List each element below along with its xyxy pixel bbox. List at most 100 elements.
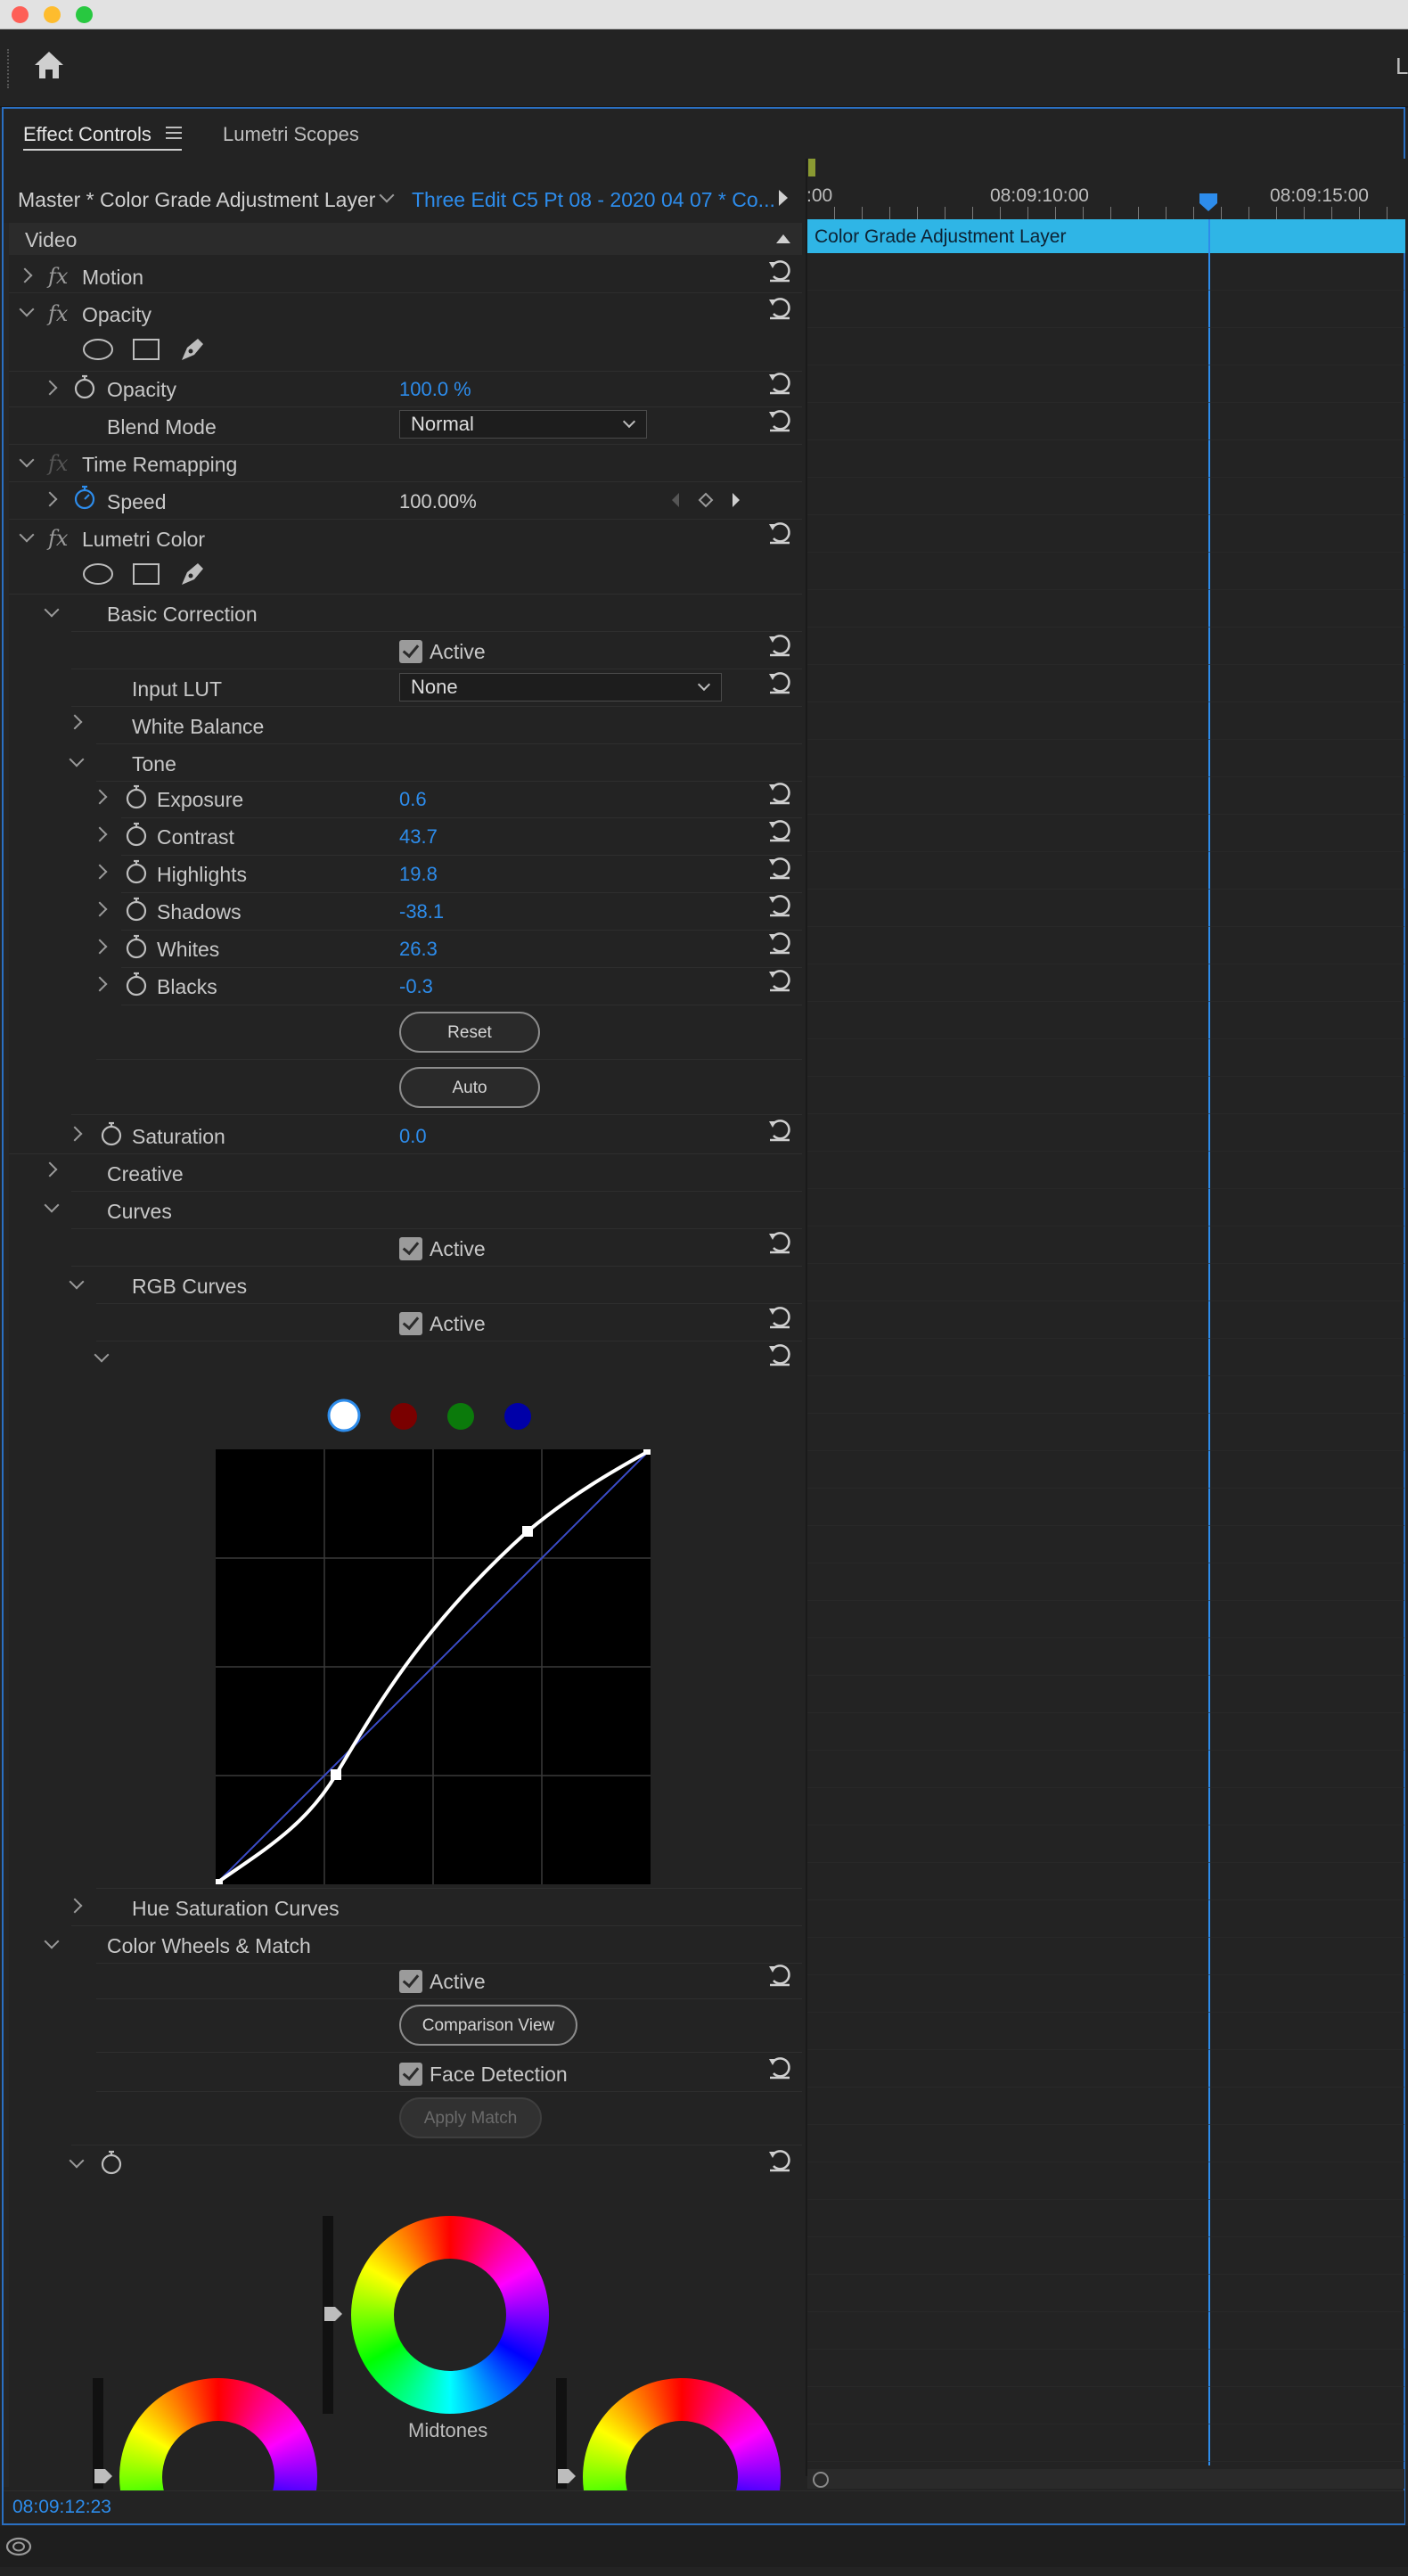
stopwatch-icon[interactable] [125,822,148,847]
reset-icon[interactable] [766,2146,793,2173]
in-point-marker[interactable] [808,159,815,176]
home-icon[interactable] [32,49,66,81]
reset-icon[interactable] [766,631,793,658]
reset-icon[interactable] [766,257,793,283]
speed-value[interactable]: 100.00% [399,490,477,513]
close-window-button[interactable] [12,6,29,23]
chevron-right-icon[interactable] [92,826,108,842]
current-timecode[interactable]: 08:09:12:23 [12,2497,111,2518]
reset-icon[interactable] [766,854,793,881]
zoom-handle-icon[interactable] [813,2472,829,2488]
stopwatch-icon[interactable] [125,934,148,959]
reset-icon[interactable] [766,369,793,396]
chevron-right-icon[interactable] [92,901,108,917]
midtones-slider-handle[interactable] [323,2305,344,2323]
pen-mask-icon[interactable] [178,558,209,588]
ellipse-mask-icon[interactable] [82,562,114,587]
comparison-view-button[interactable]: Comparison View [399,2005,577,2046]
creative-cloud-icon[interactable] [5,2537,32,2556]
reset-icon[interactable] [766,406,793,433]
shadows-value[interactable]: -38.1 [399,900,444,923]
reset-icon[interactable] [766,1303,793,1330]
timeline-ruler[interactable]: :00 08:09:10:00 08:09:15:00 [806,159,1405,219]
blue-channel-button[interactable] [503,1401,533,1432]
panel-menu-icon[interactable] [166,125,182,139]
input-lut-select[interactable]: None [399,673,722,701]
reset-icon[interactable] [766,966,793,993]
wheels-active-checkbox[interactable] [399,1970,422,1993]
reset-icon[interactable] [766,669,793,695]
chevron-right-icon[interactable] [92,939,108,955]
opacity-value[interactable]: 100.0 % [399,378,471,401]
properties-scrollbar[interactable] [4,223,9,2487]
reset-icon[interactable] [766,1116,793,1143]
reset-icon[interactable] [766,2054,793,2080]
stopwatch-icon[interactable] [125,784,148,809]
clip-bar[interactable]: Color Grade Adjustment Layer [807,219,1405,253]
chevron-right-icon[interactable] [92,789,108,805]
reset-icon[interactable] [766,1341,793,1367]
curve-point[interactable] [643,1449,651,1455]
curve-point[interactable] [522,1526,533,1537]
chevron-right-icon[interactable] [92,976,108,992]
stopwatch-active-icon[interactable] [73,485,96,510]
timeline-scrollbar[interactable] [807,2469,1404,2489]
tab-effect-controls[interactable]: Effect Controls [23,119,151,151]
chevron-right-icon[interactable] [92,864,108,880]
playhead-handle[interactable] [1199,193,1218,212]
stopwatch-icon[interactable] [125,897,148,922]
highlights-value[interactable]: 19.8 [399,863,438,886]
tab-lumetri-scopes[interactable]: Lumetri Scopes [223,119,359,151]
reset-icon[interactable] [766,1961,793,1988]
white-channel-button[interactable] [326,1398,362,1433]
face-detection-checkbox[interactable] [399,2063,422,2086]
curve-point[interactable] [331,1769,341,1780]
keyframe-navigator[interactable] [670,490,741,510]
stopwatch-icon[interactable] [100,2150,123,2175]
rgb-curve-graph[interactable] [216,1449,651,1884]
fx-badge-icon[interactable]: fx [48,526,68,551]
highlights-slider-handle[interactable] [556,2467,577,2485]
stopwatch-icon[interactable] [100,1121,123,1146]
rgb-active-checkbox[interactable] [399,1312,422,1335]
stopwatch-icon[interactable] [73,374,96,399]
reset-icon[interactable] [766,779,793,806]
ellipse-mask-icon[interactable] [82,337,114,362]
zoom-window-button[interactable] [76,6,93,23]
fx-badge-icon[interactable]: fx [48,264,68,289]
play-arrow-icon[interactable] [777,188,790,208]
reset-button[interactable]: Reset [399,1012,540,1053]
grip-handle[interactable] [7,49,12,88]
red-channel-button[interactable] [389,1401,419,1432]
curve-point[interactable] [216,1879,223,1884]
collapse-up-icon[interactable] [775,232,791,244]
saturation-value[interactable]: 0.0 [399,1125,427,1148]
apply-match-button[interactable]: Apply Match [399,2097,542,2138]
reset-icon[interactable] [766,929,793,956]
reset-icon[interactable] [766,294,793,321]
contrast-value[interactable]: 43.7 [399,825,438,849]
basic-active-checkbox[interactable] [399,640,422,663]
minimize-window-button[interactable] [44,6,61,23]
pen-mask-icon[interactable] [178,333,209,364]
curves-active-checkbox[interactable] [399,1237,422,1260]
sequence-clip-label[interactable]: Three Edit C5 Pt 08 - 2020 04 07 * Co... [412,188,775,212]
reset-icon[interactable] [766,891,793,918]
fx-badge-icon[interactable]: fx [48,301,68,326]
blend-mode-select[interactable]: Normal [399,410,647,439]
midtones-color-wheel[interactable] [351,2216,549,2414]
shadows-slider-handle[interactable] [93,2467,114,2485]
stopwatch-icon[interactable] [125,972,148,997]
exposure-value[interactable]: 0.6 [399,788,427,811]
green-channel-button[interactable] [446,1401,476,1432]
workspace-label-partial[interactable]: L [1396,53,1408,80]
reset-icon[interactable] [766,1228,793,1255]
rectangle-mask-icon[interactable] [132,562,160,587]
whites-value[interactable]: 26.3 [399,938,438,961]
chevron-down-icon[interactable] [379,187,395,203]
master-clip-label[interactable]: Master * Color Grade Adjustment Layer [18,188,375,212]
reset-icon[interactable] [766,816,793,843]
rectangle-mask-icon[interactable] [132,337,160,362]
auto-button[interactable]: Auto [399,1067,540,1108]
blacks-value[interactable]: -0.3 [399,975,433,998]
